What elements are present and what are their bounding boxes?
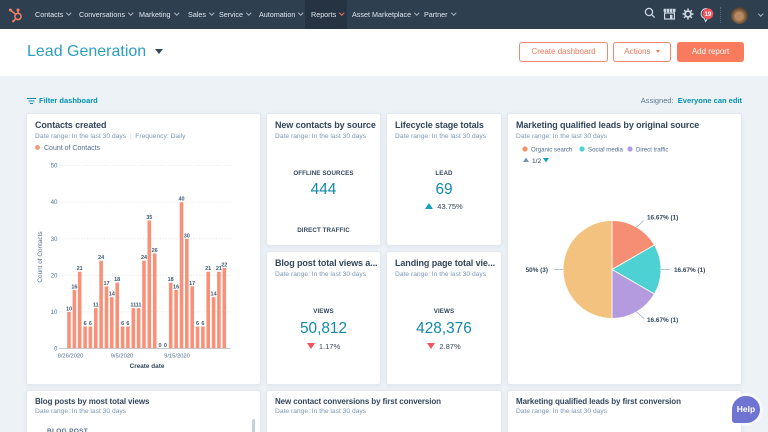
svg-text:16.67% (1): 16.67% (1) — [647, 317, 678, 324]
svg-text:1/2: 1/2 — [532, 158, 541, 165]
svg-text:17: 17 — [189, 281, 195, 287]
svg-text:24: 24 — [141, 255, 148, 261]
svg-text:11: 11 — [136, 303, 142, 309]
svg-text:Count of Contacts: Count of Contacts — [37, 231, 44, 282]
svg-text:0: 0 — [54, 345, 58, 352]
svg-text:40: 40 — [178, 197, 184, 203]
svg-text:Organic search: Organic search — [531, 147, 572, 154]
svg-text:14: 14 — [109, 292, 116, 298]
svg-text:9/15/2020: 9/15/2020 — [164, 354, 190, 360]
svg-text:Create date: Create date — [130, 363, 165, 370]
svg-text:0: 0 — [158, 343, 161, 349]
svg-text:11: 11 — [93, 303, 99, 309]
svg-text:21: 21 — [205, 266, 211, 272]
svg-text:50: 50 — [51, 163, 58, 170]
svg-text:0: 0 — [164, 343, 167, 349]
svg-text:26: 26 — [152, 248, 158, 254]
svg-text:24: 24 — [98, 255, 105, 261]
svg-text:18: 18 — [168, 277, 174, 283]
svg-text:22: 22 — [221, 263, 227, 269]
svg-text:50% (3): 50% (3) — [526, 267, 548, 274]
svg-text:16.67% (1): 16.67% (1) — [647, 215, 678, 222]
svg-text:14: 14 — [211, 292, 218, 298]
svg-text:40: 40 — [51, 199, 58, 206]
svg-text:6: 6 — [126, 321, 129, 327]
svg-text:9/5/2020: 9/5/2020 — [111, 354, 134, 360]
svg-text:30: 30 — [184, 233, 190, 239]
svg-text:10: 10 — [66, 306, 72, 312]
svg-text:6: 6 — [196, 321, 199, 327]
svg-text:17: 17 — [103, 281, 109, 287]
svg-text:6: 6 — [201, 321, 204, 327]
svg-text:16: 16 — [173, 284, 179, 290]
svg-text:18: 18 — [114, 277, 120, 283]
svg-text:Direct traffic: Direct traffic — [636, 147, 668, 154]
svg-text:21: 21 — [77, 266, 83, 272]
svg-text:8/26/2020: 8/26/2020 — [58, 354, 84, 360]
svg-text:10: 10 — [51, 309, 58, 316]
svg-text:30: 30 — [51, 236, 58, 243]
svg-text:35: 35 — [146, 215, 152, 221]
svg-text:16.67% (1): 16.67% (1) — [674, 267, 705, 274]
svg-text:20: 20 — [51, 272, 58, 279]
svg-text:16: 16 — [71, 284, 77, 290]
svg-text:6: 6 — [89, 321, 92, 327]
svg-text:6: 6 — [121, 321, 124, 327]
svg-text:Social media: Social media — [588, 147, 623, 154]
svg-text:6: 6 — [84, 321, 87, 327]
svg-text:19: 19 — [704, 11, 711, 18]
